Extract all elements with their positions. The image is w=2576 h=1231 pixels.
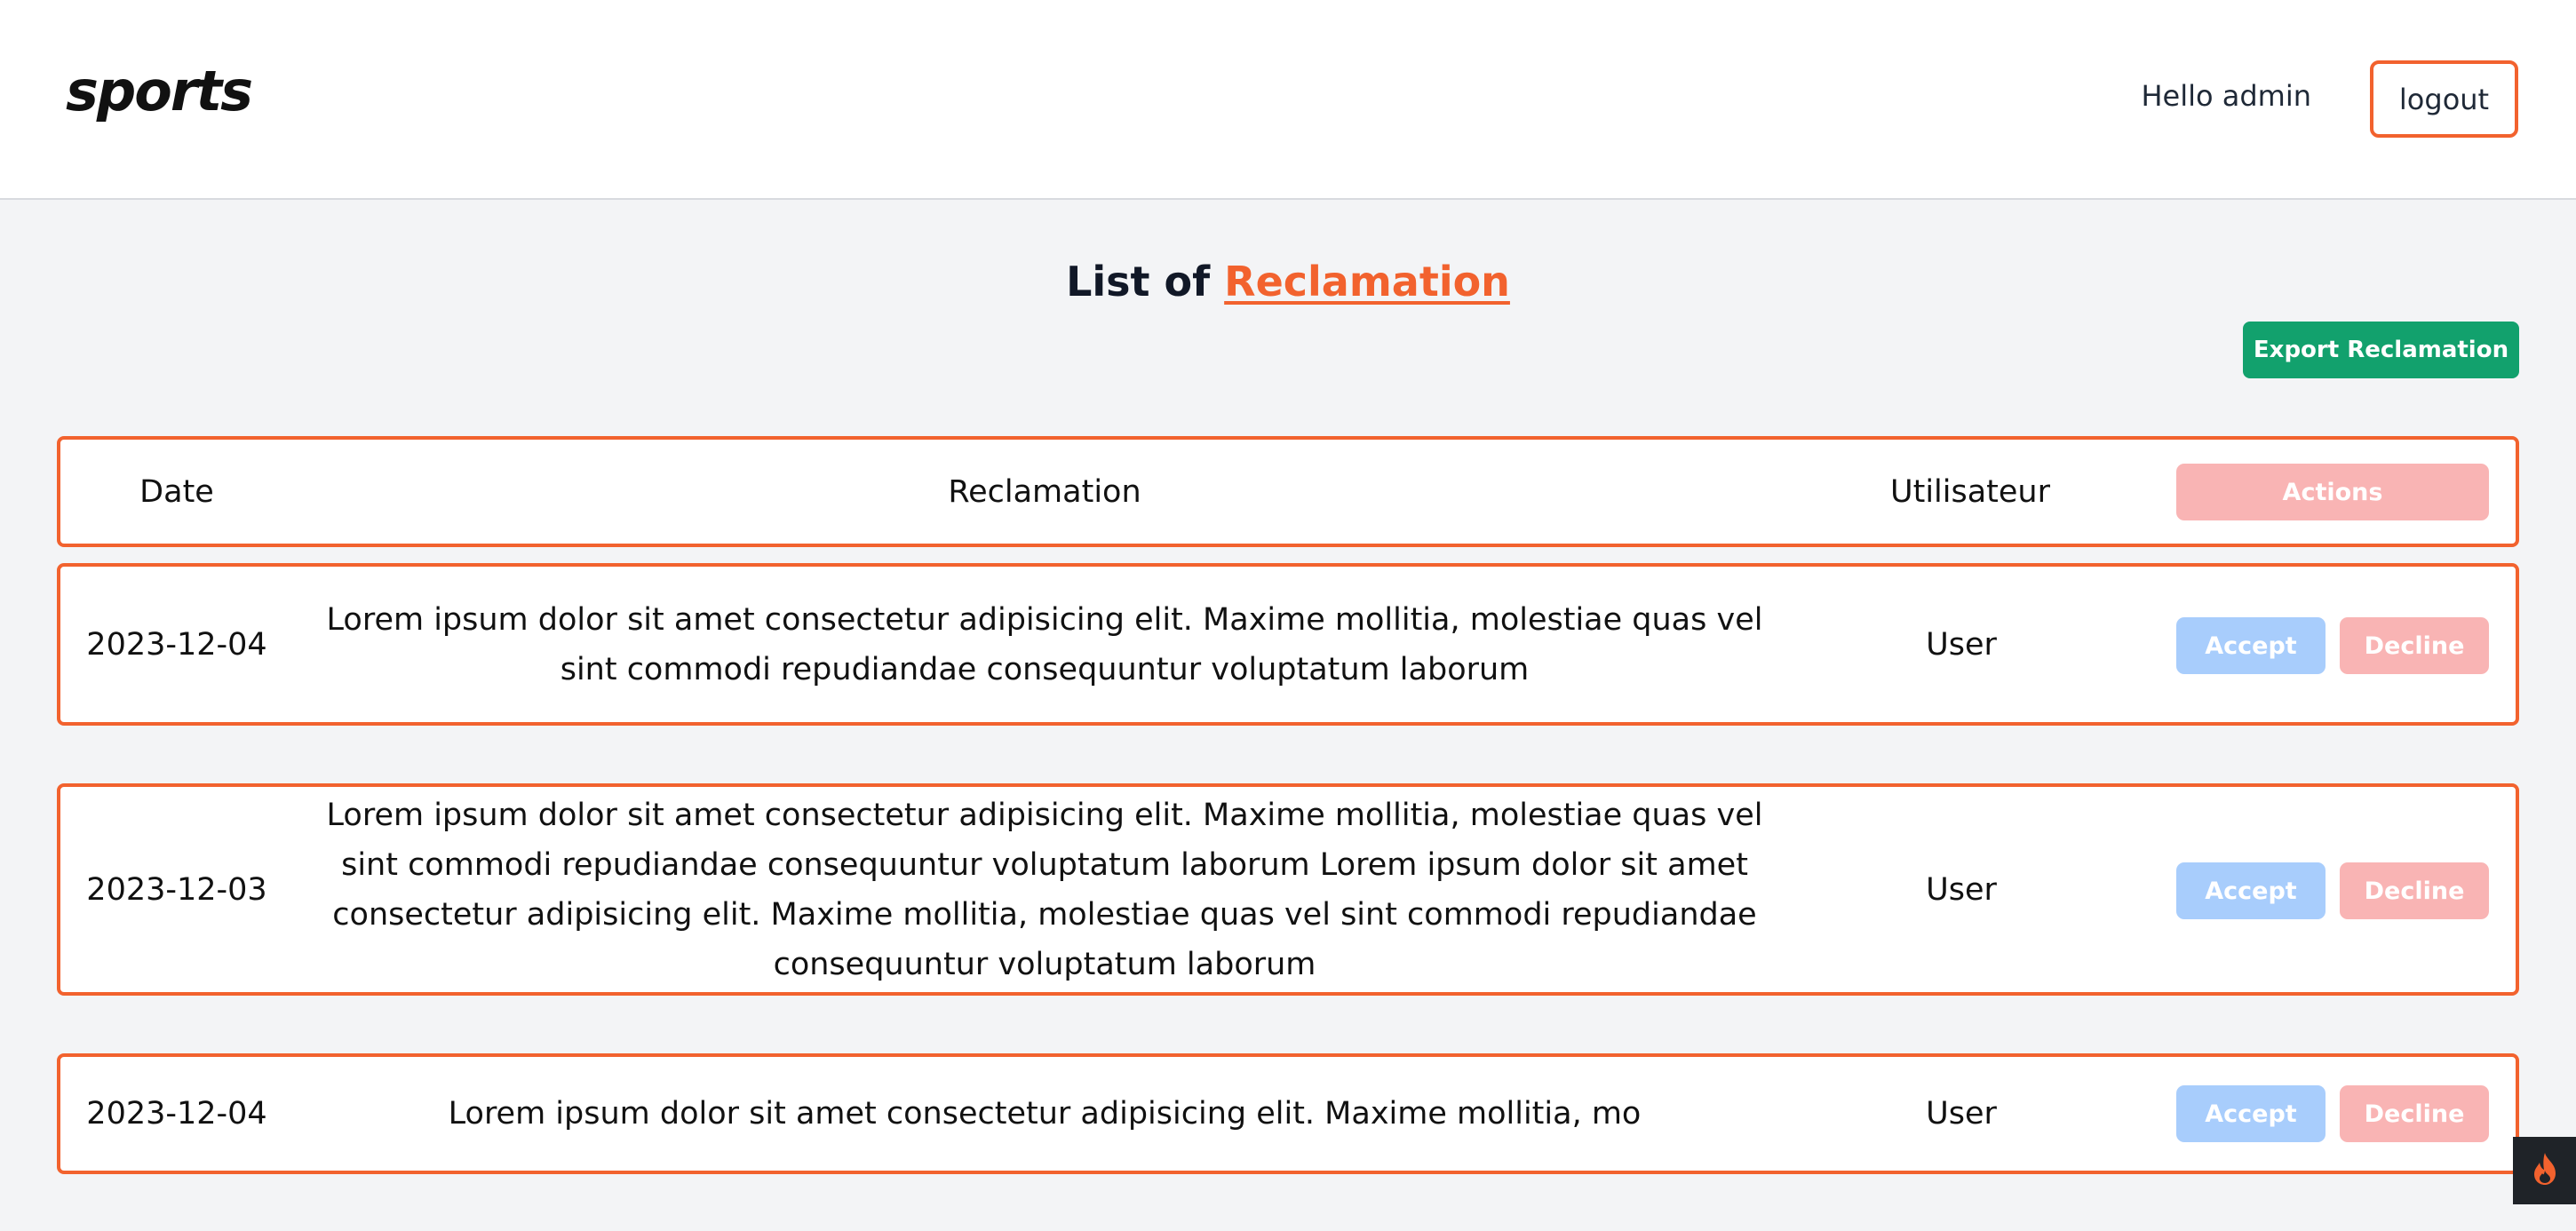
row-reclamation-text: Lorem ipsum dolor sit amet consectetur a… bbox=[326, 601, 1763, 687]
column-header-date: Date bbox=[139, 473, 214, 510]
flame-icon bbox=[2529, 1151, 2561, 1190]
page-title-accent[interactable]: Reclamation bbox=[1224, 258, 1510, 306]
row-user: User bbox=[1926, 626, 1997, 663]
decline-button[interactable]: Decline bbox=[2340, 862, 2489, 919]
sports-logo[interactable]: sports bbox=[66, 59, 253, 123]
page-title-prefix: List of bbox=[1066, 258, 1225, 306]
table-row: 2023-12-04 Lorem ipsum dolor sit amet co… bbox=[57, 563, 2519, 726]
accept-button[interactable]: Accept bbox=[2176, 862, 2326, 919]
accept-button[interactable]: Accept bbox=[2176, 1085, 2326, 1142]
column-header-reclamation: Reclamation bbox=[948, 473, 1141, 510]
greeting-text: Hello admin bbox=[2141, 79, 2311, 113]
row-date: 2023-12-04 bbox=[86, 626, 267, 663]
accept-button[interactable]: Accept bbox=[2176, 617, 2326, 674]
table-row: 2023-12-03 Lorem ipsum dolor sit amet co… bbox=[57, 783, 2519, 996]
table-header: Date Reclamation Utilisateur Actions bbox=[57, 436, 2519, 547]
row-user: User bbox=[1926, 871, 1997, 908]
page-title: List of Reclamation bbox=[0, 258, 2576, 306]
decline-button[interactable]: Decline bbox=[2340, 1085, 2489, 1142]
top-navbar: sports Hello admin logout bbox=[0, 0, 2576, 200]
column-header-user: Utilisateur bbox=[1889, 473, 2051, 510]
row-date: 2023-12-04 bbox=[86, 1096, 267, 1132]
row-reclamation-text: Lorem ipsum dolor sit amet consectetur a… bbox=[448, 1096, 1642, 1132]
debug-toolbar-button[interactable] bbox=[2513, 1137, 2576, 1204]
row-reclamation-text: Lorem ipsum dolor sit amet consectetur a… bbox=[326, 797, 1763, 982]
row-user: User bbox=[1926, 1096, 1997, 1132]
decline-button[interactable]: Decline bbox=[2340, 617, 2489, 674]
column-header-actions: Actions bbox=[2176, 464, 2489, 520]
logout-button[interactable]: logout bbox=[2370, 60, 2518, 138]
table-row: 2023-12-04 Lorem ipsum dolor sit amet co… bbox=[57, 1053, 2519, 1174]
export-reclamation-button[interactable]: Export Reclamation bbox=[2243, 322, 2519, 378]
row-date: 2023-12-03 bbox=[86, 871, 267, 908]
